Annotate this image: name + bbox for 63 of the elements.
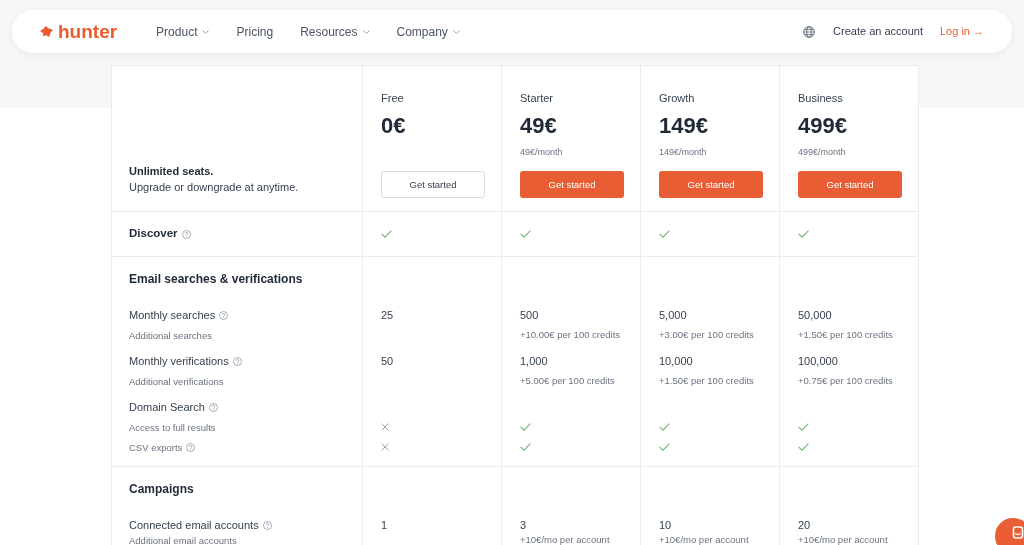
plan-name: Business <box>798 91 844 106</box>
plan-name: Free <box>381 91 405 106</box>
help-icon[interactable] <box>232 356 242 366</box>
plan-name: Growth <box>659 91 696 106</box>
feature-sublabel: Additional verifications <box>129 375 224 387</box>
plan-price: 49€ <box>520 112 558 140</box>
feature-title: Discover <box>129 228 178 240</box>
feature-label: Connected email accounts <box>129 519 259 531</box>
help-icon[interactable] <box>262 520 272 530</box>
extra-price: +3.00€ per 100 credits <box>659 330 754 340</box>
nav-link[interactable]: Resources <box>300 25 370 38</box>
feature-value: 50,000 <box>798 309 832 321</box>
billing-note: 499€/month <box>798 147 846 157</box>
help-icon[interactable] <box>219 310 229 320</box>
feature-sublabel: CSV exports <box>129 441 183 453</box>
feature-sublabel: Access to full results <box>129 421 216 433</box>
help-icon[interactable] <box>186 442 196 452</box>
plan-name: Starter <box>520 91 554 106</box>
feature-value: 10 <box>659 519 672 531</box>
chat-bubble-icon <box>1012 526 1024 539</box>
nav-link[interactable]: Product <box>156 25 210 38</box>
extra-price: +1.50€ per 100 credits <box>798 330 893 340</box>
feature-value: 25 <box>381 309 394 321</box>
extra-price: +0.75€ per 100 credits <box>798 376 893 386</box>
plan-price: 0€ <box>381 112 407 140</box>
nav-link[interactable]: Company <box>396 25 460 38</box>
feature-value: 3 <box>520 519 527 531</box>
extra-price: +10€/mo per account <box>798 535 888 545</box>
feature-value: 10,000 <box>659 355 693 367</box>
globe-icon[interactable] <box>803 25 816 38</box>
extra-price: +1.50€ per 100 credits <box>659 376 754 386</box>
extra-price: +10€/mo per account <box>520 535 610 545</box>
help-icon[interactable] <box>181 229 191 239</box>
extra-price: +10.00€ per 100 credits <box>520 330 621 340</box>
feature-value: 20 <box>798 519 811 531</box>
feature-sublabel: Additional email accounts <box>129 535 237 545</box>
section-title: Campaigns <box>129 483 194 495</box>
account-link[interactable]: Create an account <box>833 26 923 37</box>
chat-button[interactable] <box>994 517 1024 545</box>
feature-value: 1 <box>381 519 388 531</box>
feature-value: 500 <box>520 309 539 321</box>
feature-value: 1,000 <box>520 355 548 367</box>
billing-note: 49€/month <box>520 147 563 157</box>
billing-note: 149€/month <box>659 147 707 157</box>
feature-label: Monthly verifications <box>129 355 229 367</box>
feature-label: Monthly searches <box>129 309 216 321</box>
logo-icon <box>40 26 53 37</box>
help-icon[interactable] <box>208 402 218 412</box>
get-started-button[interactable]: Get started <box>381 171 485 198</box>
feature-sublabel: Additional searches <box>129 329 212 341</box>
extra-price: +5.00€ per 100 credits <box>520 376 615 386</box>
section-title: Email searches & verifications <box>129 273 303 285</box>
plan-price: 499€ <box>798 112 848 140</box>
feature-value: 100,000 <box>798 355 838 367</box>
extra-price: +10€/mo per account <box>659 535 749 545</box>
feature-value: 50 <box>381 355 394 367</box>
plan-price: 149€ <box>659 112 709 140</box>
feature-label: Domain Search <box>129 401 205 413</box>
nav-link[interactable]: Pricing <box>236 25 274 38</box>
feature-value: 5,000 <box>659 309 687 321</box>
intro-title: Unlimited seats. <box>129 164 215 179</box>
login-link[interactable]: Log in → <box>939 26 984 37</box>
intro-text: Upgrade or downgrade at anytime. <box>129 180 300 195</box>
